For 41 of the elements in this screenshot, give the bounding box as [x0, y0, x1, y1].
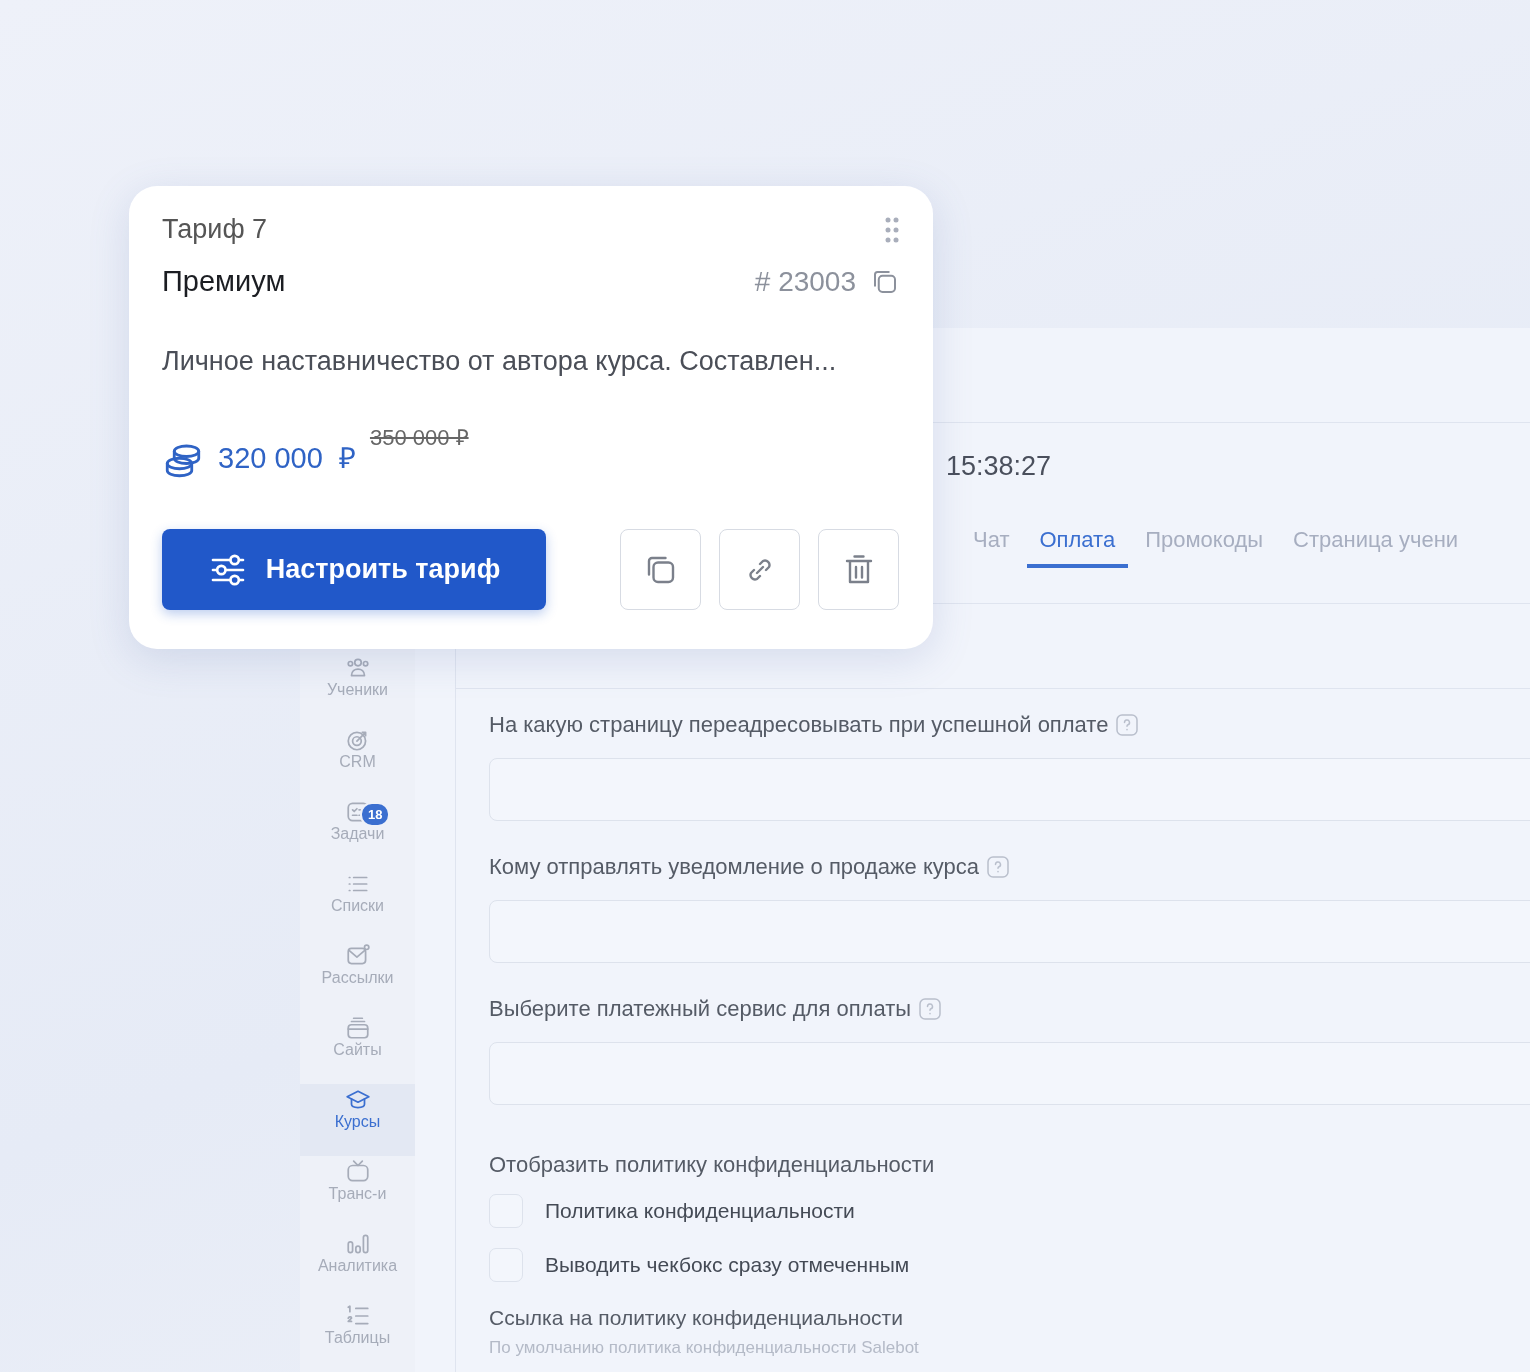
drag-handle-icon[interactable] — [884, 215, 900, 244]
delete-button[interactable] — [818, 529, 899, 610]
link-button[interactable] — [719, 529, 800, 610]
bars-icon — [344, 1231, 371, 1257]
sidebar-item[interactable]: Задачи 18 — [300, 796, 415, 868]
sidebar-item[interactable]: Списки — [300, 868, 415, 940]
help-icon[interactable] — [1116, 714, 1139, 736]
tariff-name: Премиум — [162, 265, 286, 298]
help-icon[interactable] — [919, 998, 942, 1020]
sidebar-item[interactable]: Рассылки — [300, 940, 415, 1012]
date-time: 15:38:27 — [946, 451, 1052, 481]
sidebar-item[interactable]: CRM — [300, 724, 415, 796]
sidebar-item[interactable]: Ученики — [300, 652, 415, 724]
sidebar-item[interactable]: Таблицы — [300, 1300, 415, 1372]
sidebar-item[interactable]: Транс-и — [300, 1156, 415, 1228]
tab[interactable]: Промокоды — [1132, 523, 1277, 568]
tab[interactable]: Оплата — [1026, 523, 1129, 568]
field-label: Кому отправлять уведомление о продаже курса — [489, 854, 980, 880]
configure-tariff-button[interactable]: Настроить тариф — [162, 529, 546, 610]
sidebar-item[interactable]: Курсы — [300, 1084, 415, 1156]
tv-icon — [344, 1159, 371, 1185]
tariff-id: # 23003 — [754, 265, 856, 298]
tariff-description: Личное наставничество от автора курса. Составлен... — [162, 346, 838, 377]
hint-text: По умолчанию политика конфиденциальности Salebot — [489, 1338, 920, 1358]
field-label: На какую страницу переадресовывать при успешной оплате — [489, 712, 1109, 738]
sidebar-item[interactable]: Аналитика — [300, 1228, 415, 1300]
section-title: Отобразить политику конфиденциальности — [489, 1152, 936, 1178]
help-icon[interactable] — [987, 856, 1010, 878]
tariff-number: Тариф 7 — [162, 214, 268, 245]
field-label: Ссылка на политику конфиденциальности — [489, 1306, 904, 1330]
tab[interactable]: Страница учени — [1280, 523, 1472, 568]
checkbox-label: Политика конфиденциальности — [545, 1199, 855, 1223]
sites-icon — [344, 1015, 371, 1041]
old-price: 350 000 ₽ — [369, 424, 469, 451]
copy-button[interactable] — [620, 529, 701, 610]
tab[interactable]: Чат — [960, 523, 1023, 568]
field-label: Выберите платежный сервис для оплаты — [489, 996, 912, 1022]
count-badge: 18 — [360, 802, 391, 827]
sidebar-item[interactable]: Сайты — [300, 1012, 415, 1084]
checkbox-label: Выводить чекбокс сразу отмеченным — [545, 1253, 910, 1277]
price: 320 000 ₽ — [218, 441, 356, 476]
